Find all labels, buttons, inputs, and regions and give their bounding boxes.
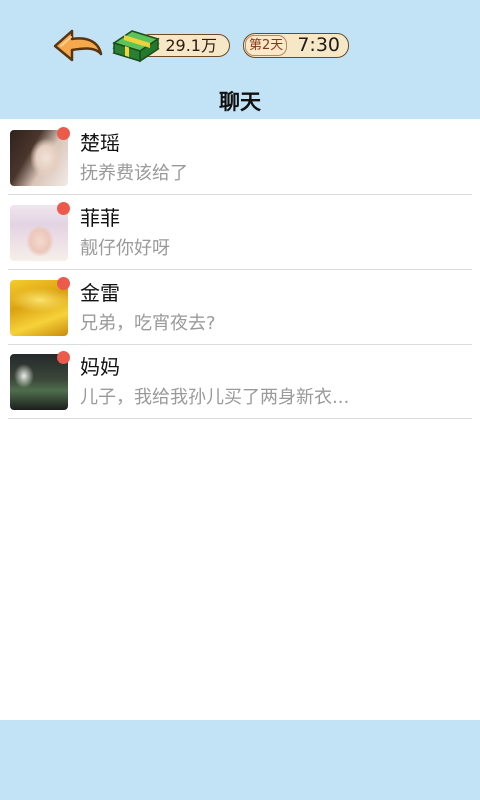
contact-name: 金雷 <box>80 281 120 305</box>
unread-dot <box>57 351 70 364</box>
last-message: 靓仔你好呀 <box>80 238 170 259</box>
chat-screen: 29.1万 第2天 7:30 聊天 楚瑶 抚养费该给了 菲菲 靓仔你好呀 金雷 … <box>0 0 480 800</box>
unread-dot <box>57 202 70 215</box>
unread-dot <box>57 127 70 140</box>
contact-name: 楚瑶 <box>80 131 120 155</box>
chat-list: 楚瑶 抚养费该给了 菲菲 靓仔你好呀 金雷 兄弟，吃宵夜去? 妈妈 儿子，我给我… <box>0 120 480 720</box>
divider <box>8 418 472 419</box>
page-title: 聊天 <box>219 90 261 114</box>
chat-row[interactable]: 金雷 兄弟，吃宵夜去? <box>0 270 480 345</box>
clock-time: 7:30 <box>297 34 340 56</box>
contact-name: 菲菲 <box>80 206 120 230</box>
last-message: 儿子，我给我孙儿买了两身新衣... <box>80 387 350 408</box>
unread-dot <box>57 277 70 290</box>
chat-row[interactable]: 妈妈 儿子，我给我孙儿买了两身新衣... <box>0 344 480 419</box>
money-value: 29.1万 <box>165 36 217 55</box>
money-stack-icon <box>110 27 162 65</box>
contact-name: 妈妈 <box>80 355 120 379</box>
day-time-display: 第2天 7:30 <box>243 33 349 58</box>
bottom-bar <box>0 720 480 800</box>
last-message: 抚养费该给了 <box>80 163 188 184</box>
chat-row[interactable]: 楚瑶 抚养费该给了 <box>0 120 480 195</box>
chat-row[interactable]: 菲菲 靓仔你好呀 <box>0 195 480 270</box>
day-badge: 第2天 <box>245 35 288 56</box>
back-arrow-icon[interactable] <box>52 28 104 64</box>
back-button[interactable] <box>52 28 104 64</box>
top-bar: 29.1万 第2天 7:30 聊天 <box>0 0 480 119</box>
last-message: 兄弟，吃宵夜去? <box>80 313 216 334</box>
